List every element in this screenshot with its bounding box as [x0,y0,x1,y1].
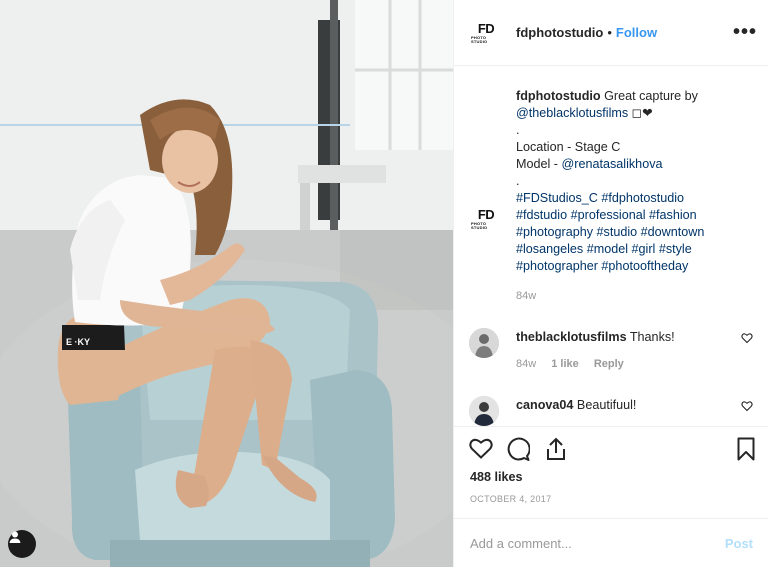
heart-icon[interactable] [469,437,493,459]
caption-intro: Great capture by [600,89,698,103]
logo-subtext: PHOTO STUDIO [471,34,488,44]
more-options-icon[interactable]: ••• [733,22,757,42]
bookmark-icon[interactable] [737,437,755,461]
comments-list[interactable]: FD PHOTO STUDIO fdphotostudio Great capt… [454,66,768,426]
post-side-panel: FD PHOTO STUDIO fdphotostudio • Follow •… [453,0,768,567]
header-username[interactable]: fdphotostudio [516,25,603,40]
caption-model-label: Model - [516,157,562,171]
header-separator: • [607,25,612,40]
logo-text: FD [477,20,495,36]
svg-text:E ·KY: E ·KY [66,337,90,347]
likes-count[interactable]: 488 likes [470,470,523,484]
post-image: E ·KY [0,0,453,567]
comment-username[interactable]: canova04 [516,398,573,412]
logo-text: FD [477,207,495,222]
caption-dot: . [516,123,520,137]
comment-text: theblacklotusfilms Thanks! [516,330,726,344]
action-bar [454,426,768,466]
post-button[interactable]: Post [725,536,753,551]
share-icon[interactable] [545,437,567,461]
comment-like-icon[interactable] [741,400,753,412]
caption-location: Location - Stage C [516,140,621,154]
hashtag-line[interactable]: #fdstudio #professional #fashion [516,207,756,224]
comment-like-icon[interactable] [741,332,753,344]
caption-timestamp[interactable]: 84w [516,290,536,302]
hashtag-line[interactable]: #photographer #photooftheday [516,258,756,275]
post-header: FD PHOTO STUDIO fdphotostudio • Follow •… [454,0,768,66]
caption-mention[interactable]: @theblacklotusfilms [516,106,628,120]
avatar-image [469,328,499,358]
commenter-avatar[interactable] [469,396,499,426]
comment-content: Thanks! [629,330,675,344]
post-photo[interactable]: E ·KY [0,0,453,567]
caption-dot: . [516,174,520,188]
caption-text: fdphotostudio Great capture by @theblack… [516,88,756,275]
caption-model-mention[interactable]: @renatasalikhova [562,157,663,171]
post-date[interactable]: OCTOBER 4, 2017 [470,494,551,504]
hashtag-line[interactable]: #losangeles #model #girl #style [516,241,756,258]
comment-input[interactable] [470,535,725,551]
caption-avatar[interactable]: FD PHOTO STUDIO [471,204,501,234]
comment-timestamp[interactable]: 84w [516,358,536,370]
follow-button[interactable]: Follow [616,25,657,40]
comment-content: Beautifuul! [576,398,637,412]
comment-meta: 84w 1 like Reply [516,358,636,370]
profile-avatar[interactable]: FD PHOTO STUDIO [471,17,501,48]
reply-button[interactable]: Reply [594,358,624,370]
user-tag-button[interactable] [8,530,36,558]
logo-subtext: PHOTO STUDIO [471,221,488,230]
avatar-image [469,396,499,426]
caption-emoji: ◻❤ [628,106,653,120]
comment-text: canova04 Beautifuul! [516,398,726,412]
comment-icon[interactable] [506,437,530,461]
hashtag-line[interactable]: #photography #studio #downtown [516,224,756,241]
commenter-avatar[interactable] [469,328,499,358]
comment-username[interactable]: theblacklotusfilms [516,330,627,344]
hashtag-line[interactable]: #FDStudios_C #fdphotostudio [516,190,756,207]
caption-username[interactable]: fdphotostudio [516,89,601,103]
add-comment-bar: Post [454,518,768,567]
user-icon [9,531,21,543]
comment-likes[interactable]: 1 like [551,358,579,370]
